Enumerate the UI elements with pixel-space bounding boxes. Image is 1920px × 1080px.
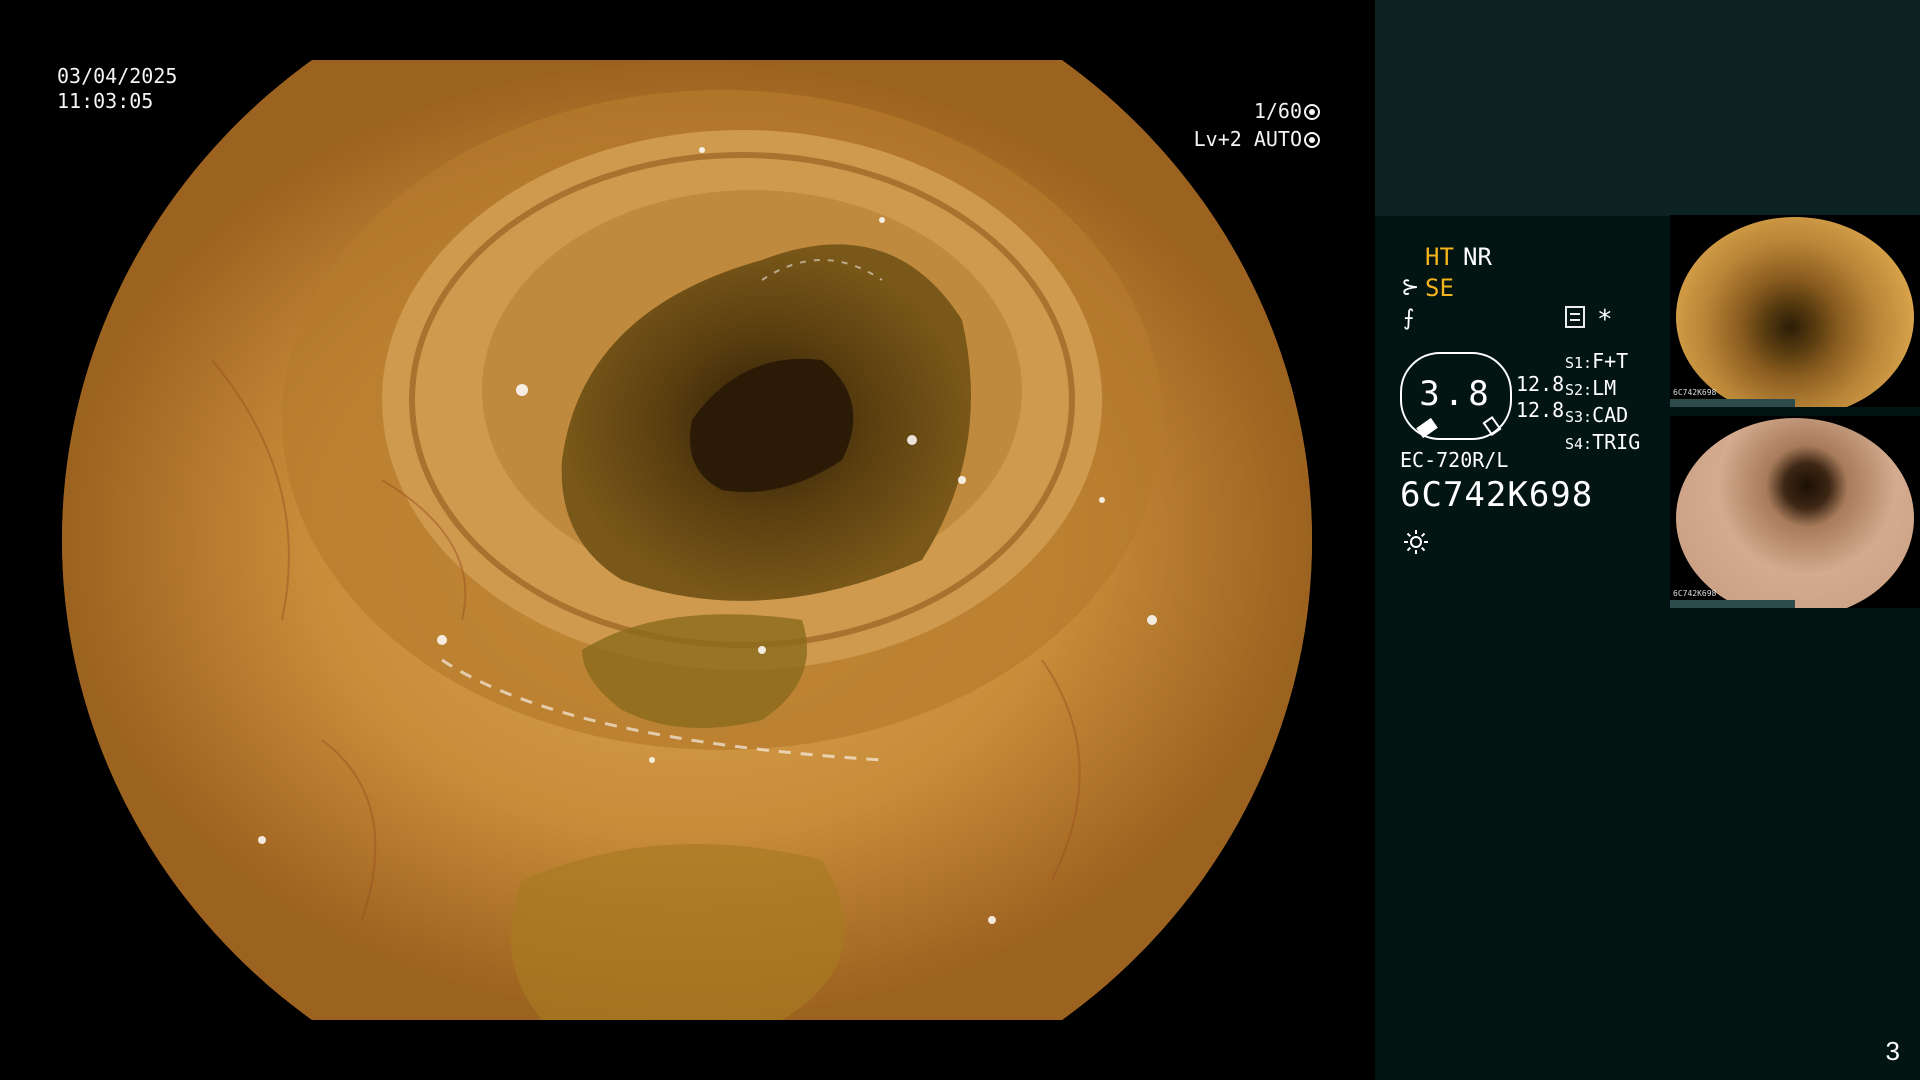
slot-value: LM (1592, 376, 1617, 400)
thumbnail-image (1676, 418, 1914, 608)
capture-thumbnail[interactable]: 6C742K698 (1670, 215, 1920, 407)
slot-value: F+T (1592, 349, 1629, 373)
thumbnail-bar (1670, 600, 1795, 608)
slot-row: S2:LM (1565, 376, 1640, 403)
slot-key: S4: (1565, 435, 1593, 453)
thumbnail-serial: 6C742K698 (1673, 388, 1717, 397)
sun-icon (1404, 530, 1428, 554)
capture-thumbnail[interactable]: 6C742K698 (1670, 416, 1920, 608)
shutter-icon (1304, 104, 1320, 120)
brightness-level-label: Lv+2 AUTO (1193, 127, 1302, 151)
slot-value: TRIG (1592, 430, 1641, 454)
slot-row: S3:CAD (1565, 403, 1640, 430)
slot-key: S2: (1565, 381, 1593, 399)
flash-icon: ⨍ (1403, 306, 1415, 331)
auto-iris-icon (1304, 132, 1320, 148)
ht-indicator: HT (1425, 243, 1454, 271)
scope-serial: 6C742K698 (1400, 475, 1594, 515)
gauge-right-marker (1482, 416, 1502, 436)
thumbnail-image (1676, 217, 1914, 407)
menu-icon (1565, 306, 1585, 328)
slot-key: S3: (1565, 408, 1593, 426)
exam-time: 11:03:05 (57, 89, 154, 113)
switch-assignments: S1:F+T S2:LM S3:CAD S4:TRIG (1565, 349, 1640, 457)
slot-row: S4:TRIG (1565, 430, 1640, 457)
page-number: 3 (1885, 1036, 1900, 1066)
slot-key: S1: (1565, 354, 1593, 372)
shutter-speed-label: 1/60 (1253, 99, 1302, 123)
gauge-number-2: 12.8 (1516, 398, 1565, 422)
zoom-gauge-value: 3.8 (1419, 374, 1493, 414)
exam-date: 03/04/2025 (57, 64, 178, 88)
slot-row: S1:F+T (1565, 349, 1640, 376)
zoom-gauge: 3.8 (1400, 352, 1512, 440)
thumbnail-bar (1670, 399, 1795, 407)
endoscope-main-view (62, 60, 1312, 1020)
scope-model: EC-720R/L (1400, 448, 1509, 472)
colon-lumen-image (62, 60, 1312, 1020)
gauge-number-1: 12.8 (1516, 372, 1565, 396)
slot-value: CAD (1592, 403, 1629, 427)
gauge-left-marker (1416, 417, 1438, 439)
panel-header-block (1375, 0, 1920, 216)
brightness-level: Lv+2 AUTO (1100, 127, 1320, 151)
se-scope-icon: ⊱ (1401, 275, 1420, 300)
thumbnail-serial: 6C742K698 (1673, 589, 1717, 598)
asterisk-icon: * (1597, 305, 1613, 335)
nr-indicator: NR (1463, 243, 1492, 271)
shutter-speed: 1/60 (1120, 99, 1320, 123)
se-indicator: SE (1425, 274, 1454, 302)
